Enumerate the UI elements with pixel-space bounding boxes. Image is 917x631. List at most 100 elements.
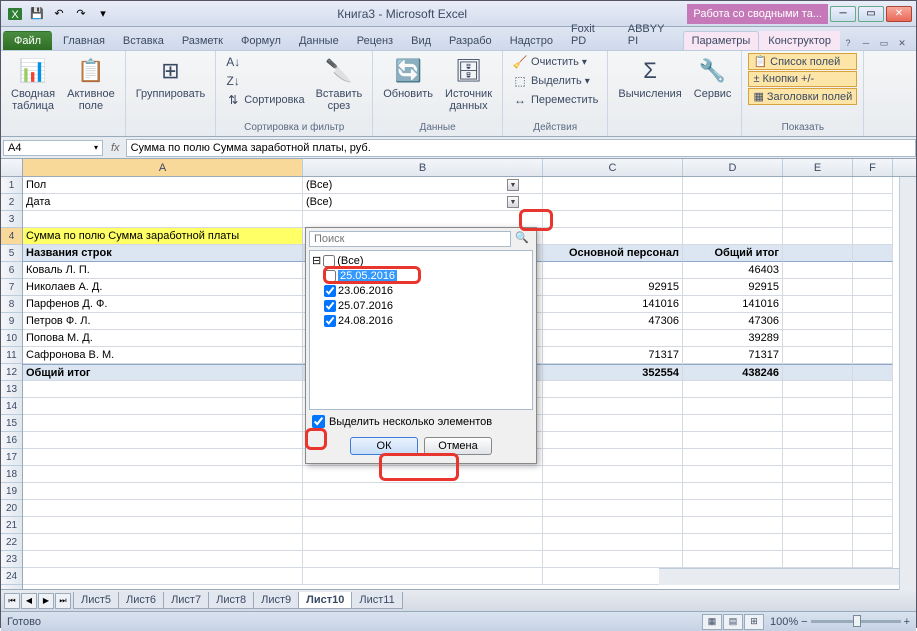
cell-B3[interactable] [303, 211, 543, 228]
tab-pivot-design[interactable]: Конструктор [759, 31, 840, 50]
cell-D3[interactable] [683, 211, 783, 228]
cell-A10[interactable]: Попова М. Д. [23, 330, 303, 347]
row-header-14[interactable]: 14 [1, 398, 22, 415]
sort-asc-button[interactable]: A↓ [222, 53, 307, 71]
redo-icon[interactable]: ↷ [71, 4, 91, 24]
move-button[interactable]: ↔Переместить [509, 91, 601, 109]
cell-C8[interactable]: 141016 [543, 296, 683, 313]
cell-C17[interactable] [543, 449, 683, 466]
cell-F22[interactable] [853, 534, 893, 551]
cell-C13[interactable] [543, 381, 683, 398]
cell-B20[interactable] [303, 500, 543, 517]
column-header-F[interactable]: F [853, 159, 893, 176]
cell-E23[interactable] [783, 551, 853, 568]
tab-view[interactable]: Вид [402, 31, 440, 50]
sheet-tab-Лист8[interactable]: Лист8 [208, 592, 254, 609]
cell-F21[interactable] [853, 517, 893, 534]
filter-item-3[interactable]: 24.08.2016 [312, 313, 530, 328]
checkbox-item-1[interactable] [324, 285, 336, 297]
cell-D11[interactable]: 71317 [683, 347, 783, 364]
group-button[interactable]: ⊞Группировать [132, 53, 210, 102]
tab-home[interactable]: Главная [54, 31, 114, 50]
cell-A24[interactable] [23, 568, 303, 585]
row-header-23[interactable]: 23 [1, 551, 22, 568]
formula-input[interactable] [126, 139, 916, 157]
sheet-tab-Лист10[interactable]: Лист10 [298, 592, 352, 609]
fx-icon[interactable]: fx [105, 142, 126, 154]
cell-C3[interactable] [543, 211, 683, 228]
cell-F14[interactable] [853, 398, 893, 415]
sheet-tab-Лист9[interactable]: Лист9 [253, 592, 299, 609]
mdi-close-icon[interactable]: ✕ [894, 36, 910, 50]
cell-A2[interactable]: Дата [23, 194, 303, 211]
cell-E1[interactable] [783, 177, 853, 194]
cell-C9[interactable]: 47306 [543, 313, 683, 330]
cell-A23[interactable] [23, 551, 303, 568]
pivot-table-button[interactable]: 📊Сводная таблица [7, 53, 59, 114]
cell-F18[interactable] [853, 466, 893, 483]
zoom-in-button[interactable]: + [904, 616, 910, 628]
cell-A21[interactable] [23, 517, 303, 534]
row-header-1[interactable]: 1 [1, 177, 22, 194]
vertical-scrollbar[interactable] [899, 160, 916, 590]
buttons-toggle[interactable]: ±Кнопки +/- [748, 71, 857, 87]
close-button[interactable]: ✕ [886, 6, 912, 22]
cell-C2[interactable] [543, 194, 683, 211]
column-header-D[interactable]: D [683, 159, 783, 176]
name-box[interactable]: A4▾ [3, 140, 103, 156]
cell-C6[interactable] [543, 262, 683, 279]
cell-A3[interactable] [23, 211, 303, 228]
cell-E20[interactable] [783, 500, 853, 517]
cell-D21[interactable] [683, 517, 783, 534]
cell-C22[interactable] [543, 534, 683, 551]
filter-search-input[interactable] [309, 231, 511, 247]
cell-F16[interactable] [853, 432, 893, 449]
refresh-button[interactable]: 🔄Обновить [379, 53, 437, 102]
cell-D23[interactable] [683, 551, 783, 568]
cell-E18[interactable] [783, 466, 853, 483]
filter-tree[interactable]: ⊟ (Все) 25.05.2016 23.06.2016 25.07.2016… [309, 250, 533, 410]
row-header-13[interactable]: 13 [1, 381, 22, 398]
cell-A16[interactable] [23, 432, 303, 449]
cell-F2[interactable] [853, 194, 893, 211]
cell-D17[interactable] [683, 449, 783, 466]
column-header-B[interactable]: B [303, 159, 543, 176]
undo-icon[interactable]: ↶ [49, 4, 69, 24]
view-normal-button[interactable]: ▦ [702, 614, 722, 630]
cell-B19[interactable] [303, 483, 543, 500]
tab-abbyy[interactable]: ABBYY PI [619, 19, 683, 50]
checkbox-item-2[interactable] [324, 300, 336, 312]
tab-developer[interactable]: Разрабо [440, 31, 501, 50]
ok-button[interactable]: ОК [350, 437, 418, 455]
zoom-slider[interactable] [811, 620, 901, 623]
collapse-icon[interactable]: ⊟ [312, 254, 321, 267]
cell-B23[interactable] [303, 551, 543, 568]
headers-toggle[interactable]: ▦Заголовки полей [748, 88, 857, 105]
cell-E19[interactable] [783, 483, 853, 500]
cell-A17[interactable] [23, 449, 303, 466]
cell-A12[interactable]: Общий итог [23, 364, 303, 381]
sheet-tab-Лист6[interactable]: Лист6 [118, 592, 164, 609]
cell-A9[interactable]: Петров Ф. Л. [23, 313, 303, 330]
search-icon[interactable]: 🔍 [511, 231, 533, 247]
cell-C21[interactable] [543, 517, 683, 534]
cell-F7[interactable] [853, 279, 893, 296]
cell-C7[interactable]: 92915 [543, 279, 683, 296]
cell-A15[interactable] [23, 415, 303, 432]
cell-D9[interactable]: 47306 [683, 313, 783, 330]
cell-A22[interactable] [23, 534, 303, 551]
cell-D10[interactable]: 39289 [683, 330, 783, 347]
checkbox-item-3[interactable] [324, 315, 336, 327]
row-header-17[interactable]: 17 [1, 449, 22, 466]
cell-E21[interactable] [783, 517, 853, 534]
cell-A14[interactable] [23, 398, 303, 415]
cell-C11[interactable]: 71317 [543, 347, 683, 364]
cell-C1[interactable] [543, 177, 683, 194]
column-header-A[interactable]: A [23, 159, 303, 176]
cell-A11[interactable]: Сафронова В. М. [23, 347, 303, 364]
sheet-nav-prev[interactable]: ◀ [21, 593, 37, 609]
cell-C12[interactable]: 352554 [543, 364, 683, 381]
minimize-button[interactable]: ─ [830, 6, 856, 22]
cell-C18[interactable] [543, 466, 683, 483]
service-button[interactable]: 🔧Сервис [690, 53, 736, 102]
